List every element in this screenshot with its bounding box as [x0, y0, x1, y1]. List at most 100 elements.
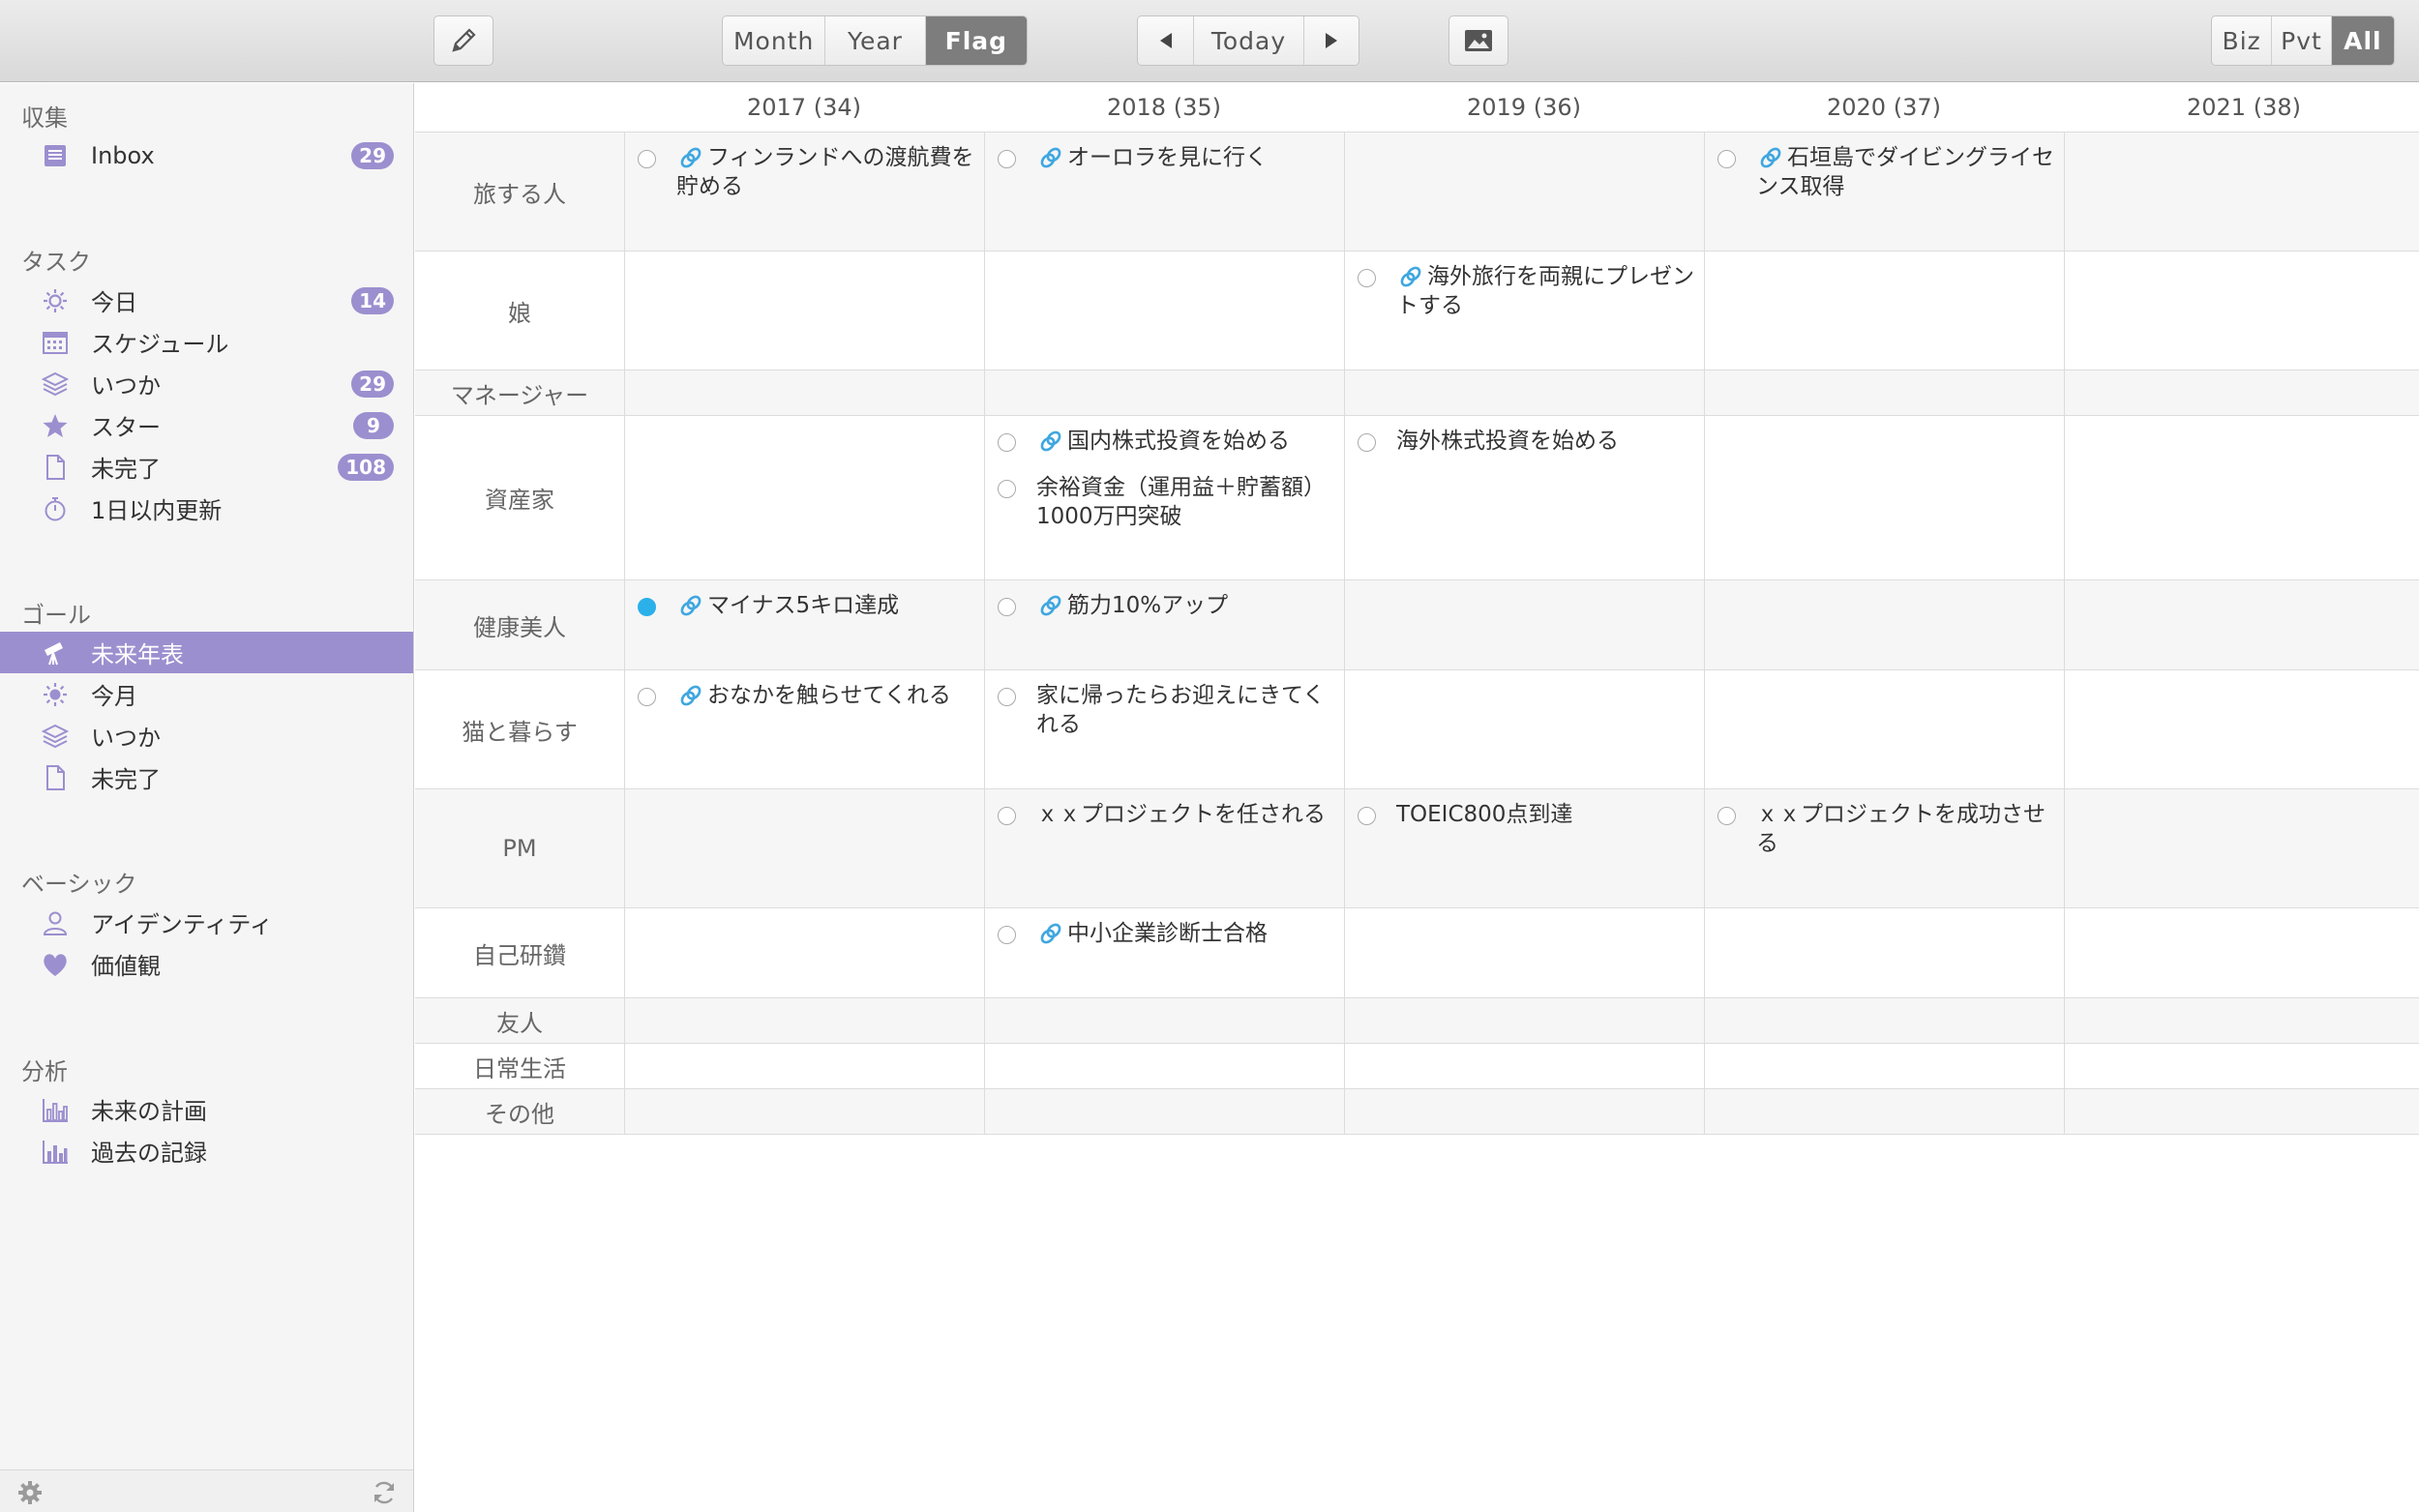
calendar-icon [43, 332, 68, 354]
goal-item[interactable]: ｘｘプロジェクトを任される [998, 800, 1344, 829]
tab-month[interactable]: Month [723, 16, 825, 65]
row-label: 日常生活 [473, 1054, 566, 1082]
goal-text: 余裕資金（運用益＋貯蓄額）1000万円突破 [1036, 475, 1326, 529]
goal-item[interactable]: マイナス5キロ達成 [638, 591, 984, 620]
goal-text-container: 石垣島でダイビングライセンス取得 [1756, 143, 2064, 201]
sidebar-item-goals-someday[interactable]: いつか [0, 715, 413, 756]
checkbox-circle[interactable] [998, 480, 1016, 498]
sidebar-item-values[interactable]: 価値観 [0, 943, 413, 985]
goal-text: おなかを触らせてくれる [707, 683, 951, 708]
sun-icon [44, 289, 67, 312]
link-icon [1036, 143, 1065, 172]
goal-item[interactable]: 国内株式投資を始める [998, 427, 1344, 456]
document-icon [46, 455, 65, 480]
section-title-goals: ゴール [21, 602, 91, 629]
sidebar-item-label: いつか [91, 725, 161, 752]
goal-text: 筋力10%アップ [1067, 593, 1229, 618]
goal-item[interactable]: おなかを触らせてくれる [638, 681, 984, 710]
telescope-icon [45, 642, 63, 666]
sidebar-item-goals-incomplete[interactable]: 未完了 [0, 756, 413, 798]
goal-item[interactable]: 石垣島でダイビングライセンス取得 [1717, 143, 2064, 201]
checkbox-circle[interactable] [998, 688, 1016, 706]
layers-icon [41, 724, 70, 749]
toolbar: Month Year Flag Today Biz Pvt All [0, 0, 2419, 82]
next-button[interactable] [1302, 16, 1359, 65]
sidebar-item-past-records[interactable]: 過去の記録 [0, 1130, 413, 1171]
goal-text-container: 国内株式投資を始める [1036, 427, 1344, 456]
row-label: 友人 [496, 1009, 543, 1037]
checkbox-circle[interactable] [638, 688, 656, 706]
sidebar-item-this-month[interactable]: 今月 [0, 673, 413, 715]
sidebar-item-incomplete[interactable]: 未完了 108 [0, 446, 413, 488]
goal-text-container: おなかを触らせてくれる [676, 681, 984, 710]
count-badge: 9 [353, 412, 394, 439]
sidebar-item-label: 価値観 [91, 953, 161, 980]
sidebar-item-recently-updated[interactable]: 1日以内更新 [0, 488, 413, 529]
layers-icon [41, 371, 70, 397]
goal-item[interactable]: 家に帰ったらお迎えにきてくれる [998, 681, 1344, 739]
column-divider [2064, 132, 2065, 1134]
sidebar-item-future-plans[interactable]: 未来の計画 [0, 1088, 413, 1130]
goal-item[interactable]: 余裕資金（運用益＋貯蓄額）1000万円突破 [998, 473, 1344, 531]
edit-button[interactable] [433, 15, 493, 66]
goal-item[interactable]: 筋力10%アップ [998, 591, 1344, 620]
sidebar-item-today[interactable]: 今日 14 [0, 280, 413, 321]
goal-item[interactable]: オーロラを見に行く [998, 143, 1344, 172]
checkbox-circle[interactable] [998, 433, 1016, 452]
goal-text: 中小企業診断士合格 [1067, 921, 1268, 946]
stopwatch-icon [45, 497, 66, 521]
sidebar-item-someday[interactable]: いつか 29 [0, 363, 413, 404]
tab-flag[interactable]: Flag [924, 16, 1027, 65]
tab-year[interactable]: Year [824, 16, 925, 65]
checkbox-circle[interactable] [998, 150, 1016, 168]
checkbox-circle[interactable] [998, 598, 1016, 616]
bar-chart-icon [43, 1141, 68, 1164]
scope-filter-segmented: Biz Pvt All [2211, 15, 2395, 66]
sidebar-item-schedule[interactable]: スケジュール [0, 321, 413, 363]
checkbox-circle[interactable] [998, 807, 1016, 825]
triangle-right-icon [1325, 33, 1337, 48]
checkbox-circle[interactable] [1717, 150, 1736, 168]
filter-biz[interactable]: Biz [2212, 16, 2272, 65]
goal-text-container: マイナス5キロ達成 [676, 591, 984, 620]
goal-text: 海外旅行を両親にプレゼントする [1396, 264, 1694, 318]
goal-text-container: ｘｘプロジェクトを任される [1036, 800, 1344, 829]
checkbox-circle[interactable] [1358, 269, 1376, 287]
goal-item[interactable]: ｘｘプロジェクトを成功させる [1717, 800, 2064, 858]
goal-item[interactable]: TOEIC800点到達 [1358, 800, 1704, 829]
checked-circle-icon[interactable] [638, 598, 656, 616]
sidebar-item-label: いつか [91, 372, 161, 400]
checkbox-circle[interactable] [1358, 807, 1376, 825]
previous-button[interactable] [1138, 16, 1194, 65]
column-divider [624, 132, 625, 1134]
year-header: 2018 (35) [1107, 94, 1221, 121]
sync-icon[interactable] [371, 1479, 398, 1506]
checkbox-circle[interactable] [1358, 433, 1376, 452]
filter-all[interactable]: All [2330, 16, 2394, 65]
filter-pvt[interactable]: Pvt [2271, 16, 2331, 65]
link-icon [1036, 919, 1065, 948]
checkbox-circle[interactable] [998, 926, 1016, 944]
column-divider [1704, 132, 1705, 1134]
link-icon [676, 681, 705, 710]
checkbox-circle[interactable] [638, 150, 656, 168]
goal-text: 国内株式投資を始める [1067, 429, 1290, 454]
sidebar-item-star[interactable]: スター 9 [0, 404, 413, 446]
gear-icon[interactable] [17, 1480, 43, 1505]
checkbox-circle[interactable] [1717, 807, 1736, 825]
link-icon [676, 591, 705, 620]
category-row: 友人 [415, 997, 2419, 1043]
sidebar-item-inbox[interactable]: Inbox 29 [0, 134, 413, 176]
column-divider [984, 132, 985, 1134]
goal-item[interactable]: 海外旅行を両親にプレゼントする [1358, 262, 1704, 320]
image-button[interactable] [1448, 15, 1508, 66]
sidebar-item-identity[interactable]: アイデンティティ [0, 902, 413, 943]
goal-item[interactable]: 海外株式投資を始める [1358, 427, 1704, 456]
sidebar-item-label: 未来の計画 [91, 1098, 207, 1125]
goal-item[interactable]: 中小企業診断士合格 [998, 919, 1344, 948]
today-button[interactable]: Today [1193, 16, 1303, 65]
goal-item[interactable]: フィンランドへの渡航費を貯める [638, 143, 984, 201]
row-label: マネージャー [450, 381, 589, 409]
sidebar-item-future-timeline[interactable]: 未来年表 [0, 632, 413, 673]
count-badge: 29 [351, 371, 394, 398]
